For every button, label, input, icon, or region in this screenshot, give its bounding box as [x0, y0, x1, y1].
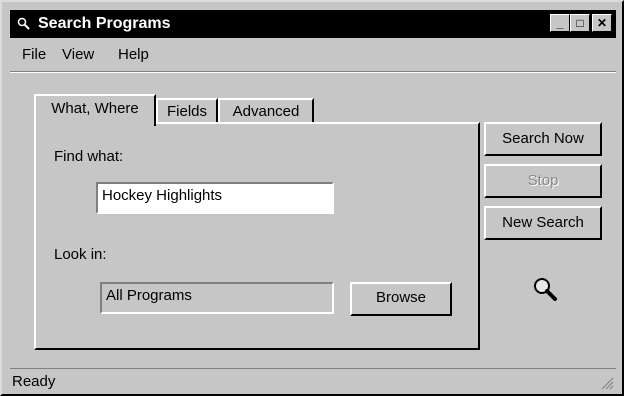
status-bar: Ready	[10, 368, 616, 392]
menu-view[interactable]: View	[62, 46, 94, 63]
menu-file[interactable]: File	[22, 46, 46, 63]
tab-advanced[interactable]: Advanced	[218, 98, 314, 124]
resize-grip-icon[interactable]	[598, 374, 614, 390]
tab-what-where-label: What, Where	[51, 100, 139, 117]
tab-panel: Find what: Hockey Highlights Look in: Al…	[34, 122, 480, 350]
tab-advanced-label: Advanced	[232, 103, 300, 120]
title-bar[interactable]: Search Programs _ □ ✕	[10, 10, 616, 38]
search-icon	[17, 17, 30, 30]
search-programs-window: Search Programs _ □ ✕ File View Help Wha…	[0, 0, 624, 396]
tab-what-where[interactable]: What, Where	[34, 94, 156, 126]
stop-button[interactable]: Stop	[484, 164, 602, 198]
menu-help[interactable]: Help	[118, 46, 149, 63]
new-search-label: New Search	[502, 214, 584, 231]
look-in-field: All Programs	[100, 282, 334, 314]
minimize-button[interactable]: _	[550, 14, 570, 32]
close-button[interactable]: ✕	[592, 14, 612, 32]
search-now-label: Search Now	[502, 130, 584, 147]
tab-fields-label: Fields	[166, 103, 207, 120]
magnifier-icon	[534, 278, 557, 301]
stop-label: Stop	[527, 172, 559, 189]
find-what-label: Find what:	[54, 148, 124, 165]
maximize-button[interactable]: □	[570, 14, 590, 32]
client-area: What, Where Fields Advanced Find what: H…	[14, 78, 614, 360]
search-now-button[interactable]: Search Now	[484, 122, 602, 156]
menu-separator	[10, 71, 616, 73]
browse-button[interactable]: Browse	[350, 282, 452, 316]
look-in-label: Look in:	[54, 246, 107, 263]
tab-fields[interactable]: Fields	[156, 98, 218, 124]
new-search-button[interactable]: New Search	[484, 206, 602, 240]
window-title: Search Programs	[38, 15, 171, 32]
find-what-input[interactable]: Hockey Highlights	[96, 182, 334, 214]
status-text: Ready	[12, 373, 56, 390]
